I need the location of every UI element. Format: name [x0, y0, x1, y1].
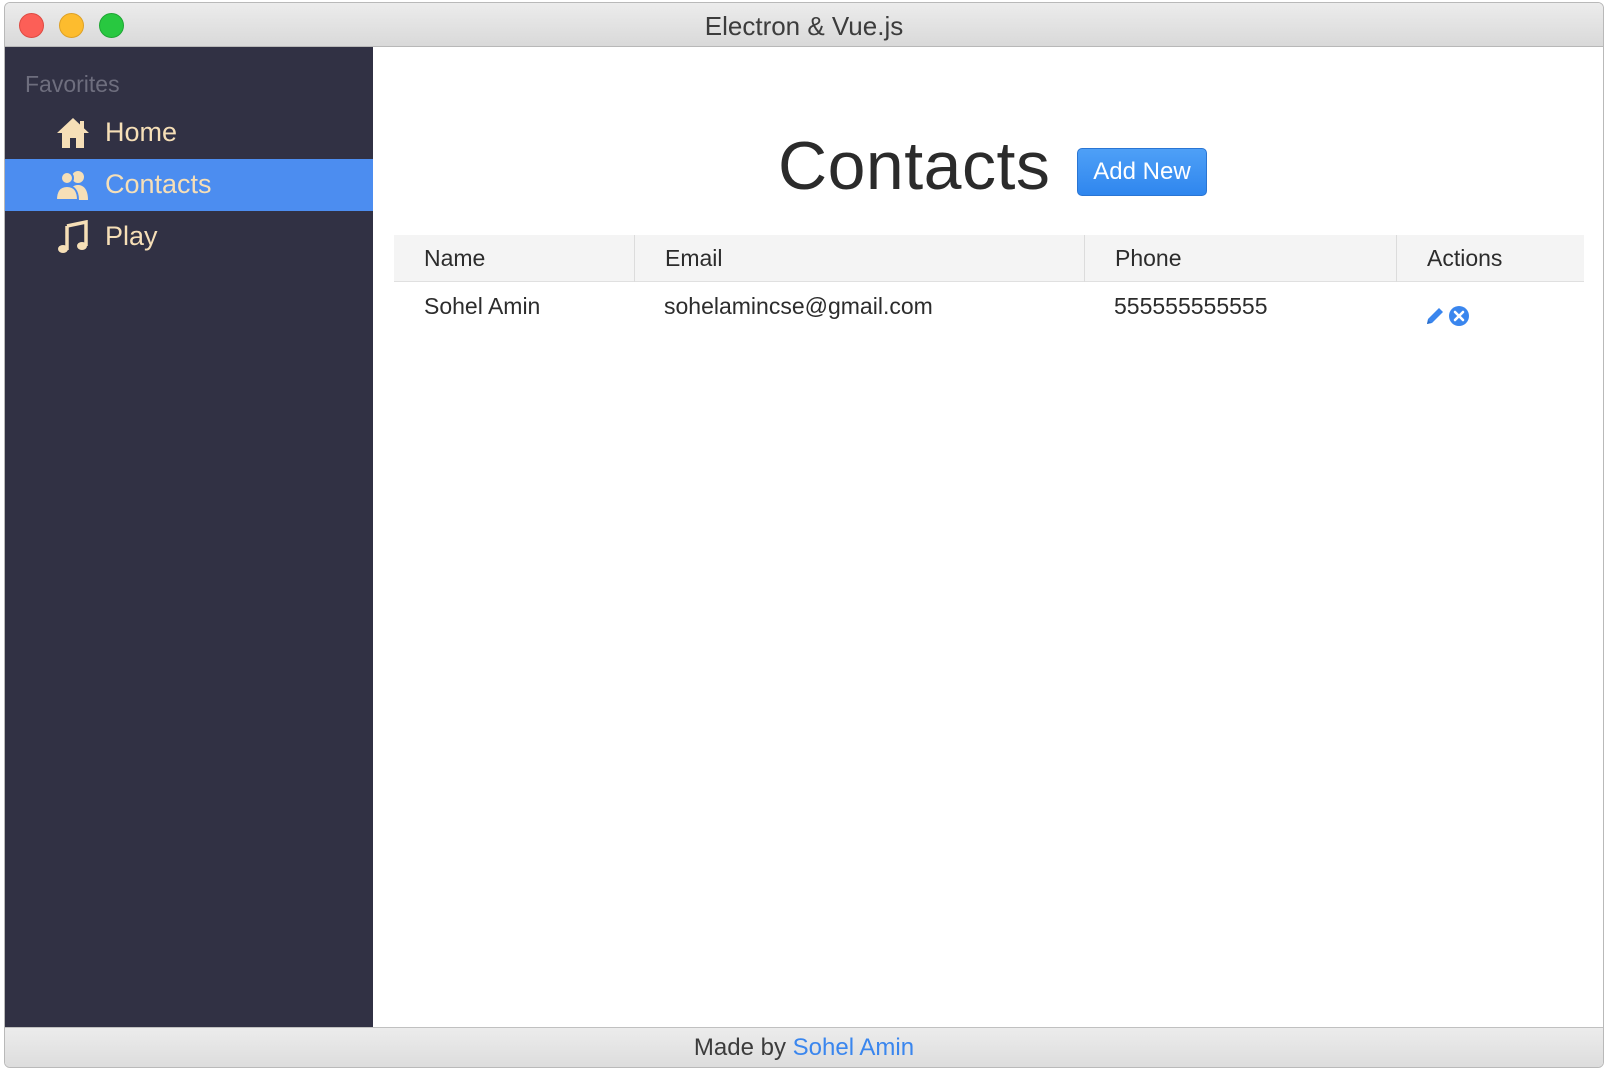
app-window: Electron & Vue.js Favorites Home Contact…: [4, 2, 1604, 1068]
sidebar-item-contacts[interactable]: Contacts: [5, 159, 373, 211]
sidebar-item-label: Play: [105, 221, 158, 251]
title-bar[interactable]: Electron & Vue.js: [5, 3, 1603, 47]
music-note-icon: [55, 219, 91, 254]
users-icon: [54, 168, 91, 202]
main-content: Contacts Add New Name Email Phone Action…: [373, 47, 1603, 1027]
column-header-email: Email: [634, 235, 1084, 282]
column-header-actions: Actions: [1396, 235, 1584, 282]
table-header: Name Email Phone Actions: [394, 235, 1584, 282]
sidebar-heading: Favorites: [25, 71, 120, 97]
window-title: Electron & Vue.js: [704, 11, 904, 41]
contact-email: sohelamincse@gmail.com: [664, 293, 933, 319]
sidebar: Favorites Home Contacts Play: [5, 47, 373, 1027]
contact-actions: [1396, 282, 1584, 330]
table-row: Sohel Amin sohelamincse@gmail.com 555555…: [394, 282, 1584, 330]
contact-name: Sohel Amin: [424, 293, 541, 319]
sidebar-item-label: Home: [105, 117, 178, 147]
column-header-name: Name: [424, 245, 486, 271]
footer: Made by Sohel Amin: [5, 1027, 1603, 1067]
sidebar-item-play[interactable]: Play: [5, 211, 373, 263]
sidebar-item-home[interactable]: Home: [5, 107, 373, 159]
sidebar-item-label: Contacts: [105, 169, 212, 199]
author-link[interactable]: Sohel Amin: [793, 1034, 914, 1061]
add-new-button[interactable]: Add New: [1077, 148, 1207, 196]
delete-icon[interactable]: [1448, 295, 1470, 326]
page-title: Contacts: [778, 128, 1051, 204]
home-icon: [55, 116, 91, 150]
edit-icon[interactable]: [1424, 295, 1446, 324]
column-header-phone: Phone: [1084, 235, 1396, 282]
contact-phone: 555555555555: [1114, 293, 1268, 319]
footer-prefix: Made by: [693, 1034, 786, 1061]
